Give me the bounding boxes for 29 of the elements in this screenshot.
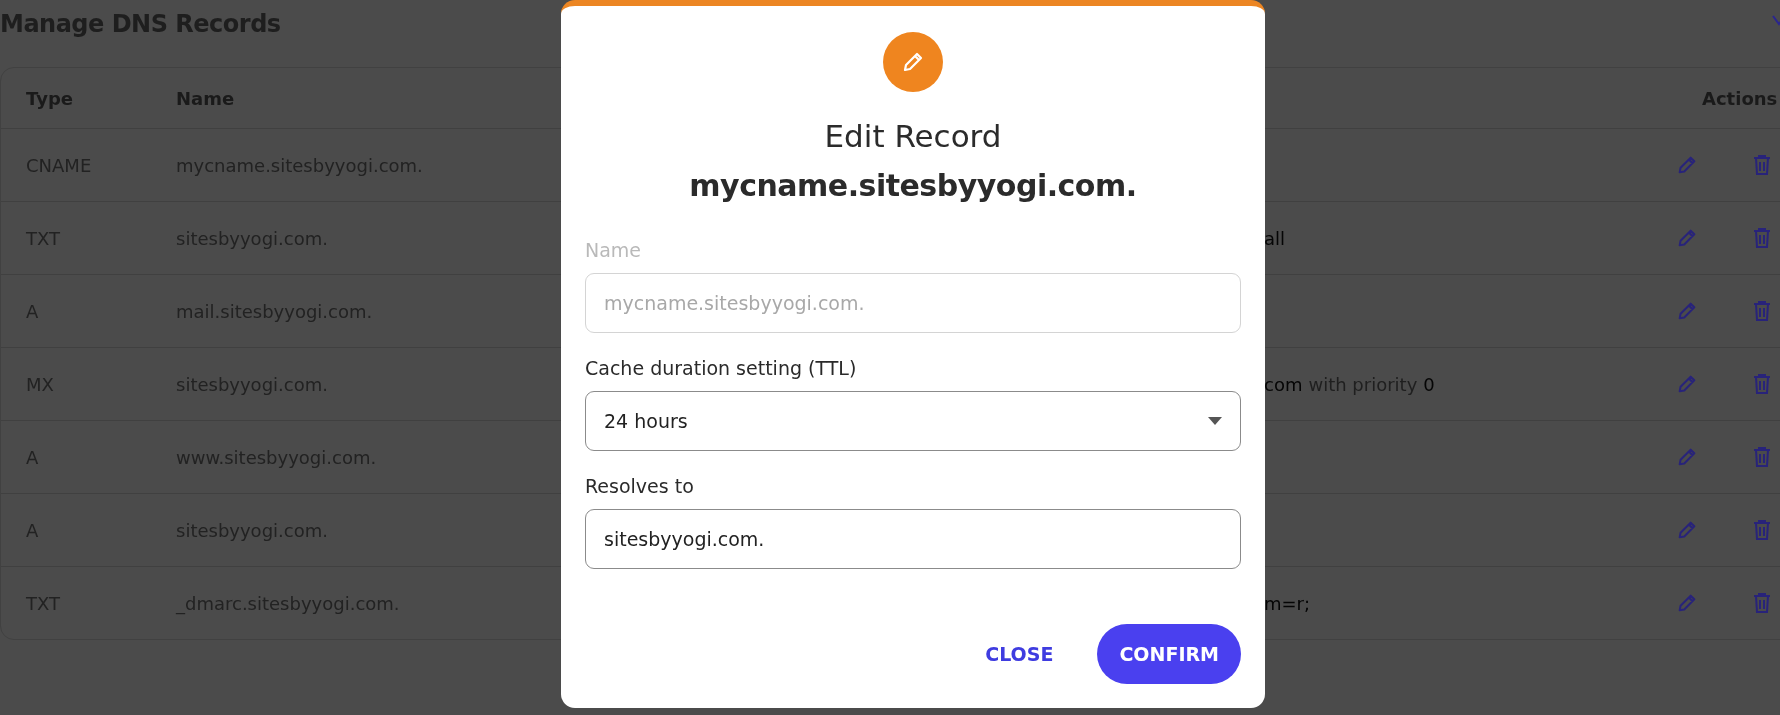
pencil-icon: [1676, 446, 1698, 468]
close-button[interactable]: CLOSE: [979, 635, 1060, 673]
dialog-title: Edit Record: [824, 118, 1002, 154]
pencil-icon: [901, 50, 925, 74]
pencil-icon: [1676, 300, 1698, 322]
trash-icon: [1752, 592, 1772, 614]
table-cell: com: [1264, 373, 1303, 395]
trash-icon: [1752, 519, 1772, 541]
input-field[interactable]: sitesbyyogi.com.: [585, 509, 1241, 569]
field-label: Cache duration setting (TTL): [585, 357, 857, 379]
select-field[interactable]: 24 hours: [585, 391, 1241, 451]
caret-icon: [1208, 417, 1222, 425]
trash-icon: [1752, 300, 1772, 322]
pencil-icon: [1676, 227, 1698, 249]
trash-icon: [1752, 154, 1772, 176]
dialog-subtitle: mycname.sitesbyyogi.com.: [689, 168, 1137, 203]
field-label: Name: [585, 239, 642, 261]
pencil-icon: [1676, 373, 1698, 395]
field-label: Resolves to: [585, 475, 694, 497]
table-cell: all: [1264, 227, 1286, 249]
table-cell: 0: [1423, 373, 1435, 395]
trash-icon: [1752, 373, 1772, 395]
pencil-icon: [1676, 519, 1698, 541]
table-cell: m=r;: [1264, 592, 1311, 614]
trash-icon: [1752, 446, 1772, 468]
pencil-icon: [1676, 592, 1698, 614]
trash-icon: [1752, 227, 1772, 249]
confirm-button[interactable]: CONFIRM: [1097, 624, 1241, 684]
pencil-icon: [1676, 154, 1698, 176]
